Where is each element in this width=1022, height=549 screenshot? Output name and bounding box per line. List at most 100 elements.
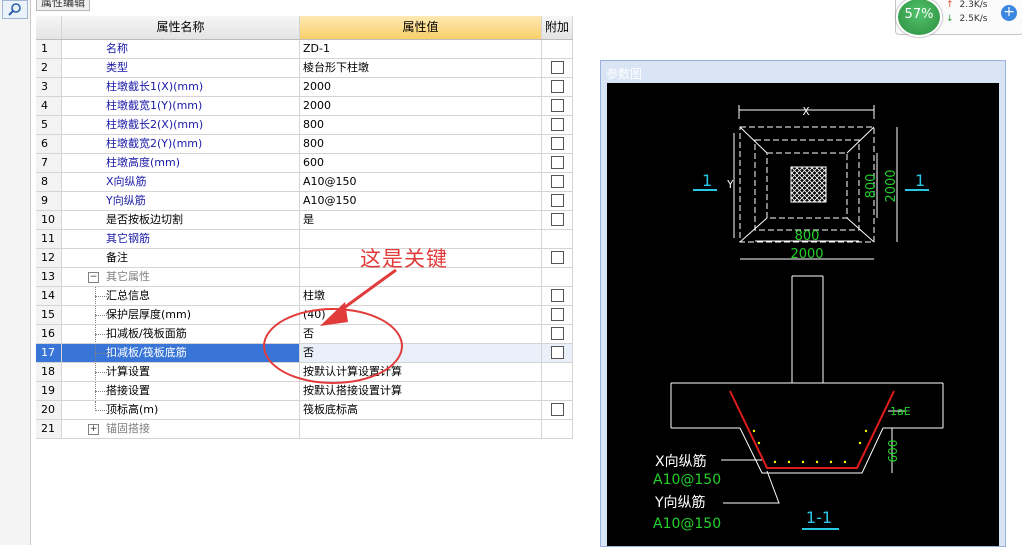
table-row[interactable]: 6 柱墩截宽2(Y)(mm) 800 xyxy=(36,135,573,154)
collapse-icon[interactable]: − xyxy=(88,272,99,283)
add-checkbox[interactable] xyxy=(551,156,564,169)
add-checkbox[interactable] xyxy=(551,251,564,264)
add-checkbox[interactable] xyxy=(551,137,564,150)
property-name[interactable]: − 其它属性 xyxy=(62,268,300,286)
property-value[interactable]: 800 xyxy=(300,135,542,153)
add-checkbox[interactable] xyxy=(551,289,564,302)
property-value[interactable]: A10@150 xyxy=(300,192,542,210)
property-value[interactable]: 2000 xyxy=(300,78,542,96)
column-hatch xyxy=(790,166,827,203)
property-value[interactable]: 筏板底标高 xyxy=(300,401,542,419)
property-name[interactable]: 名称 xyxy=(62,40,300,58)
property-value[interactable]: 棱台形下柱墩 xyxy=(300,59,542,77)
y-rebar-value: A10@150 xyxy=(653,516,721,532)
add-cell xyxy=(542,230,573,248)
add-checkbox[interactable] xyxy=(551,99,564,112)
property-panel-tab[interactable]: 属性编辑 xyxy=(36,0,90,11)
property-value[interactable] xyxy=(300,420,542,438)
upload-arrow-icon: ↑ xyxy=(946,0,954,10)
table-row[interactable]: 13− 其它属性 xyxy=(36,268,573,287)
header-add: 附加 xyxy=(542,16,573,39)
x-rebar-label: X向纵筋 xyxy=(655,453,707,470)
property-value[interactable]: 600 xyxy=(300,154,542,172)
table-row[interactable]: 10 是否按板边切割 是 xyxy=(36,211,573,230)
property-name-label: 名称 xyxy=(106,42,128,55)
table-row[interactable]: 11 其它钢筋 xyxy=(36,230,573,249)
property-name[interactable]: 柱墩截长1(X)(mm) xyxy=(62,78,300,96)
row-number: 7 xyxy=(36,154,62,172)
property-value[interactable]: 柱墩 xyxy=(300,287,542,305)
property-name[interactable]: Y向纵筋 xyxy=(62,192,300,210)
table-header: 属性名称 属性值 附加 xyxy=(36,16,573,40)
property-name[interactable]: 顶标高(m) xyxy=(62,401,300,419)
property-name[interactable]: X向纵筋 xyxy=(62,173,300,191)
add-checkbox[interactable] xyxy=(551,61,564,74)
tree-branch xyxy=(95,372,111,373)
add-cell xyxy=(542,420,573,438)
add-checkbox[interactable] xyxy=(551,327,564,340)
header-property-name: 属性名称 xyxy=(62,16,300,39)
property-name[interactable]: 柱墩高度(mm) xyxy=(62,154,300,172)
property-name-label: 其它钢筋 xyxy=(106,232,150,245)
table-row[interactable]: 20 顶标高(m) 筏板底标高 xyxy=(36,401,573,420)
network-speed-widget[interactable]: 57% ↑ 2.3K/s ↓ 2.5K/s + xyxy=(895,0,1022,37)
property-name[interactable]: 备注 xyxy=(62,249,300,267)
property-name[interactable]: 柱墩截宽1(Y)(mm) xyxy=(62,97,300,115)
tree-branch xyxy=(95,391,111,392)
table-row[interactable]: 2 类型 棱台形下柱墩 xyxy=(36,59,573,78)
property-name-label: 顶标高(m) xyxy=(106,403,159,416)
add-cell xyxy=(542,135,573,153)
property-name[interactable]: 是否按板边切割 xyxy=(62,211,300,229)
table-row[interactable]: 14 汇总信息 柱墩 xyxy=(36,287,573,306)
property-name[interactable]: 计算设置 xyxy=(62,363,300,381)
search-button[interactable] xyxy=(2,0,28,19)
table-row[interactable]: 19 搭接设置 按默认搭接设置计算 xyxy=(36,382,573,401)
table-row[interactable]: 3 柱墩截长1(X)(mm) 2000 xyxy=(36,78,573,97)
tree-branch xyxy=(95,315,111,316)
expand-icon[interactable]: + xyxy=(88,424,99,435)
add-checkbox[interactable] xyxy=(551,346,564,359)
add-checkbox[interactable] xyxy=(551,175,564,188)
property-name[interactable]: 类型 xyxy=(62,59,300,77)
row-number: 6 xyxy=(36,135,62,153)
rebar-dots xyxy=(752,429,868,464)
table-row[interactable]: 21 + 锚固搭接 xyxy=(36,420,573,439)
property-name[interactable]: 保护层厚度(mm) xyxy=(62,306,300,324)
property-value[interactable]: 按默认搭接设置计算 xyxy=(300,382,542,400)
left-toolbar-strip xyxy=(0,0,31,545)
add-cell xyxy=(542,116,573,134)
row-number: 13 xyxy=(36,268,62,286)
property-value[interactable]: 2000 xyxy=(300,97,542,115)
property-value[interactable]: A10@150 xyxy=(300,173,542,191)
property-name-label: 扣减板/筏板面筋 xyxy=(106,327,187,340)
property-value[interactable]: 800 xyxy=(300,116,542,134)
add-checkbox[interactable] xyxy=(551,80,564,93)
property-name[interactable]: 柱墩截宽2(Y)(mm) xyxy=(62,135,300,153)
row-number: 16 xyxy=(36,325,62,343)
property-name[interactable]: 其它钢筋 xyxy=(62,230,300,248)
property-name[interactable]: + 锚固搭接 xyxy=(62,420,300,438)
property-name-label: 是否按板边切割 xyxy=(106,213,183,226)
y-rebar-label: Y向纵筋 xyxy=(654,494,706,511)
table-row[interactable]: 9 Y向纵筋 A10@150 xyxy=(36,192,573,211)
table-row[interactable]: 8 X向纵筋 A10@150 xyxy=(36,173,573,192)
property-name[interactable]: 柱墩截长2(X)(mm) xyxy=(62,116,300,134)
add-checkbox[interactable] xyxy=(551,118,564,131)
property-value[interactable]: 是 xyxy=(300,211,542,229)
add-checkbox[interactable] xyxy=(551,403,564,416)
table-row[interactable]: 5 柱墩截长2(X)(mm) 800 xyxy=(36,116,573,135)
annotation-ellipse xyxy=(263,308,403,384)
add-checkbox[interactable] xyxy=(551,308,564,321)
property-value[interactable]: ZD-1 xyxy=(300,40,542,58)
add-cell xyxy=(542,154,573,172)
table-row[interactable]: 7 柱墩高度(mm) 600 xyxy=(36,154,573,173)
property-name[interactable]: 搭接设置 xyxy=(62,382,300,400)
table-row[interactable]: 1 名称 ZD-1 xyxy=(36,40,573,59)
property-name[interactable]: 汇总信息 xyxy=(62,287,300,305)
property-name-label: 柱墩截长1(X)(mm) xyxy=(106,80,204,93)
table-row[interactable]: 12 备注 xyxy=(36,249,573,268)
add-checkbox[interactable] xyxy=(551,213,564,226)
table-row[interactable]: 4 柱墩截宽1(Y)(mm) 2000 xyxy=(36,97,573,116)
add-checkbox[interactable] xyxy=(551,194,564,207)
plus-icon[interactable]: + xyxy=(1001,5,1017,21)
